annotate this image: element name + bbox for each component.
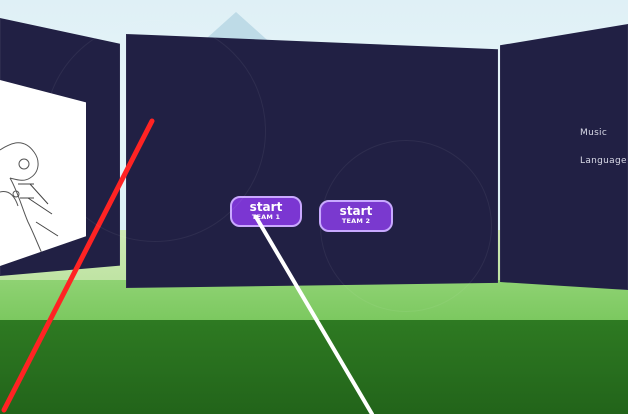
start-team-1-label: start [249,200,283,214]
settings-panel: Music Language [500,24,628,290]
controller-diagram-card [0,80,86,266]
main-menu-panel [126,34,498,288]
start-team-1-button[interactable]: start TEAM 1 [230,196,302,227]
start-team-2-sublabel: TEAM 2 [341,217,371,225]
language-label[interactable]: Language [580,156,627,166]
controller-diagram-icon [0,142,59,259]
vr-scene: Music Language start TEAM 1 start TEAM 2 [0,0,628,414]
left-panel [0,18,120,276]
start-team-2-button[interactable]: start TEAM 2 [319,200,393,232]
music-label[interactable]: Music [580,128,607,138]
start-team-1-sublabel: TEAM 1 [251,213,281,221]
start-team-2-label: start [339,204,373,218]
grass-ground [0,320,628,414]
